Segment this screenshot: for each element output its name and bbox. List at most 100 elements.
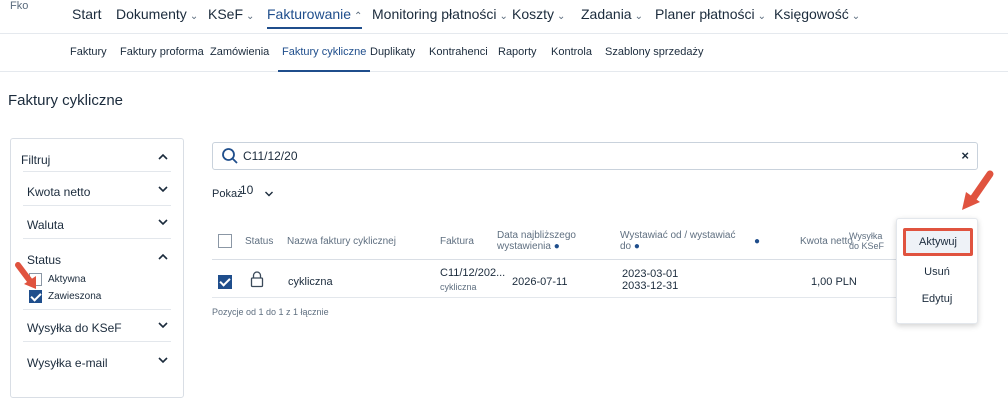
sub-navigation: Faktury Faktury proforma Zamówienia Fakt…: [0, 34, 1008, 72]
column-header-name[interactable]: Nazwa faktury cyklicznej: [287, 236, 396, 247]
header-line: Wysyłka: [849, 231, 883, 241]
column-header-issue-range[interactable]: Wystawiać od / wystawiać do ●: [620, 230, 736, 252]
nav-planer[interactable]: Planer płatności ⌄: [655, 6, 766, 22]
page-size-control: Pokaż 10: [212, 183, 273, 200]
filter-section-label: Waluta: [27, 218, 64, 232]
filter-section-label: Wysyłka do KSeF: [27, 321, 122, 335]
header-line: wystawienia: [497, 241, 551, 252]
page-size-value: 10: [240, 183, 254, 197]
column-header-status[interactable]: Status: [245, 236, 273, 247]
delete-menu-item[interactable]: Usuń: [897, 266, 977, 278]
subnav-zamowienia[interactable]: Zamówienia: [210, 46, 269, 58]
status-option-label: Zawieszona: [48, 291, 102, 302]
row-issue-from: 2023-03-01: [622, 268, 679, 280]
nav-monitoring[interactable]: Monitoring płatności ⌄: [372, 6, 508, 22]
search-value: C11/12/20: [243, 149, 298, 163]
nav-ksiegowosc[interactable]: Księgowość ⌄: [774, 6, 860, 22]
nav-label: KSeF: [208, 6, 244, 22]
subnav-duplikaty[interactable]: Duplikaty: [370, 46, 415, 58]
subnav-szablony-sprzedazy[interactable]: Szablony sprzedaży: [605, 46, 703, 58]
nav-label: Start: [72, 6, 102, 22]
nav-fakturowanie[interactable]: Fakturowanie ⌃: [267, 6, 363, 29]
page-title: Faktury cykliczne: [8, 92, 124, 109]
search-input[interactable]: C11/12/20 ×: [212, 142, 978, 170]
select-all-checkbox[interactable]: [218, 234, 232, 248]
pagination-summary: Pozycje od 1 do 1 z 1 łącznie: [212, 307, 329, 317]
nav-start[interactable]: Start: [72, 6, 102, 22]
nav-label: Zadania: [581, 6, 632, 22]
activate-menu-item[interactable]: Aktywuj: [903, 228, 973, 256]
chevron-down-icon: [158, 357, 168, 364]
filter-section-label: Wysyłka e-mail: [27, 356, 108, 370]
chevron-up-icon: [158, 153, 168, 160]
nav-label: Księgowość: [774, 6, 849, 22]
chevron-down-icon: ⌄: [757, 11, 767, 22]
row-next-date: 2026-07-11: [512, 276, 568, 288]
row-invoice-number[interactable]: C11/12/202...: [440, 267, 505, 279]
table-row[interactable]: cykliczna C11/12/202... cykliczna 2026-0…: [212, 262, 896, 298]
chevron-down-icon: [158, 186, 168, 193]
chevron-down-icon: [265, 191, 273, 197]
row-name: cykliczna: [288, 276, 333, 288]
nav-dokumenty[interactable]: Dokumenty ⌄: [116, 6, 198, 22]
search-icon: [222, 148, 238, 164]
header-line: do: [620, 241, 632, 252]
info-icon: ●: [553, 241, 560, 252]
chevron-down-icon: [158, 219, 168, 226]
divider: [23, 171, 171, 172]
nav-zadania[interactable]: Zadania ⌄: [581, 6, 643, 22]
table-header: Status Nazwa faktury cyklicznej Faktura …: [212, 222, 896, 260]
edit-menu-item[interactable]: Edytuj: [897, 293, 977, 305]
chevron-down-icon: ⌄: [634, 11, 643, 22]
nav-ksef[interactable]: KSeF ⌄: [208, 6, 254, 22]
column-header-invoice[interactable]: Faktura: [440, 236, 474, 247]
column-header-net[interactable]: Kwota netto: [800, 236, 853, 247]
subnav-kontrola[interactable]: Kontrola: [551, 46, 592, 58]
column-header-next-date[interactable]: Data najbliższego wystawienia ●: [497, 230, 576, 252]
nav-label: Fakturowanie: [267, 6, 352, 22]
status-option-label: Aktywna: [48, 274, 86, 285]
header-line: do KSeF: [849, 241, 885, 251]
column-header-ksef[interactable]: Wysyłka do KSeF: [849, 231, 884, 251]
divider: [23, 309, 171, 310]
annotation-arrow-icon: [15, 262, 36, 289]
row-checkbox[interactable]: [218, 275, 232, 289]
filter-header-label: Filtruj: [21, 153, 51, 167]
nav-label: Koszty: [512, 6, 555, 22]
chevron-up-icon: [158, 253, 168, 260]
nav-label: Monitoring płatności: [372, 6, 497, 22]
page-size-select[interactable]: 10: [240, 183, 274, 203]
chevron-down-icon: ⌄: [851, 11, 861, 22]
nav-label: Dokumenty: [116, 6, 187, 22]
nav-label: Planer płatności: [655, 6, 755, 22]
divider: [23, 238, 171, 239]
brand-logo: Fko: [10, 0, 29, 12]
filter-section-label: Kwota netto: [27, 185, 91, 199]
chevron-up-icon: ⌃: [354, 11, 363, 22]
header-line: Wystawiać od / wystawiać: [620, 230, 736, 241]
lock-icon: [250, 271, 264, 288]
page-size-label: Pokaż: [212, 188, 243, 200]
row-net-amount: 1,00 PLN: [811, 276, 857, 288]
subnav-faktury-cykliczne[interactable]: Faktury cykliczne: [277, 46, 371, 72]
chevron-down-icon: ⌄: [557, 11, 566, 22]
divider: [23, 205, 171, 206]
top-navigation: Fko Start Dokumenty ⌄ KSeF ⌄ Fakturowanie ⌃…: [0, 0, 1008, 34]
annotation-arrow-icon: [962, 170, 994, 210]
subnav-faktury-proforma[interactable]: Faktury proforma: [120, 46, 204, 58]
nav-koszty[interactable]: Koszty ⌄: [512, 6, 565, 22]
clear-icon[interactable]: ×: [961, 148, 969, 163]
subnav-kontrahenci[interactable]: Kontrahenci: [429, 46, 488, 58]
row-invoice-type: cykliczna: [440, 282, 477, 292]
info-icon: ●: [754, 236, 761, 247]
chevron-down-icon: ⌄: [246, 11, 255, 22]
chevron-down-icon: [158, 322, 168, 329]
row-issue-to: 2033-12-31: [622, 280, 679, 292]
subnav-raporty[interactable]: Raporty: [498, 46, 537, 58]
chevron-down-icon: ⌄: [499, 11, 508, 22]
subnav-faktury[interactable]: Faktury: [70, 46, 107, 58]
chevron-down-icon: ⌄: [189, 11, 199, 22]
divider: [23, 341, 171, 342]
row-context-menu: Aktywuj Usuń Edytuj: [896, 218, 978, 324]
info-icon: ●: [633, 241, 640, 252]
